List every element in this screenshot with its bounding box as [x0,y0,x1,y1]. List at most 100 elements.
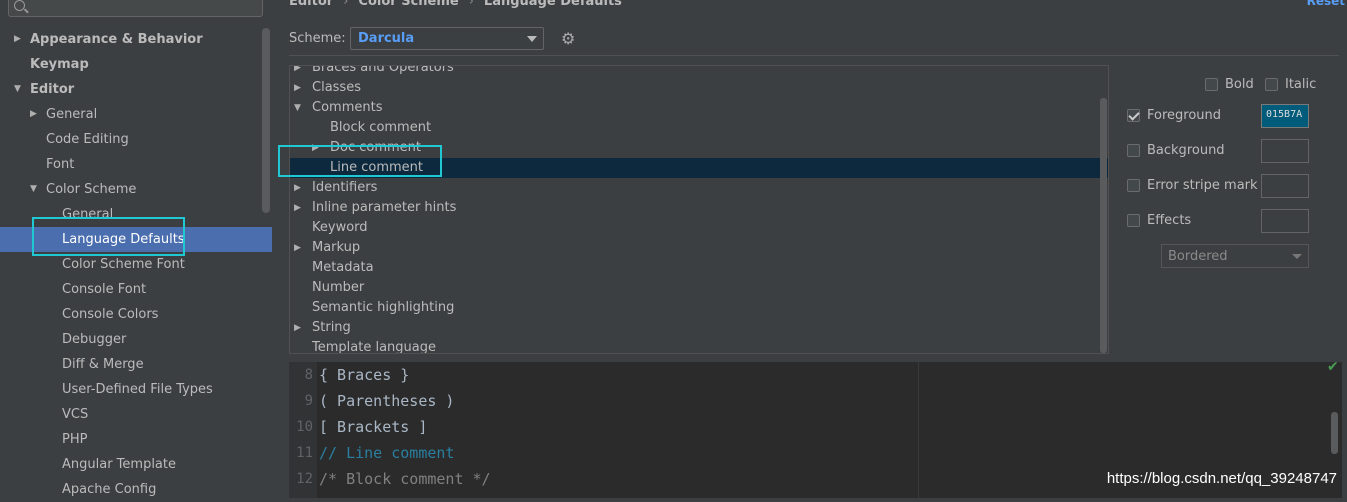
foreground-color-swatch[interactable]: 015B7A [1261,104,1309,128]
scheme-label: Scheme: [289,31,346,46]
expand-right-icon[interactable]: ▶ [294,198,301,218]
breadcrumb-language-defaults: Language Defaults [483,0,622,9]
italic-checkbox[interactable] [1265,78,1278,91]
sidebar-item-label: Console Font [62,282,147,297]
settings-main-panel: Editor › Color Scheme › Language Defaults Re… [272,0,1347,498]
element-tree-label: Comments [312,100,383,115]
expand-right-icon[interactable]: ▶ [294,318,301,338]
element-tree-row[interactable]: ▶ Markup [290,238,1108,258]
sidebar-item[interactable]: PHP [0,427,272,452]
element-tree-row[interactable]: ▶ String [290,318,1108,338]
expand-right-icon[interactable]: ▶ [312,138,319,158]
sidebar-item[interactable]: ▼ Editor [0,77,272,102]
sidebar-item-label: Debugger [62,332,127,347]
sidebar-item[interactable]: ▶ Appearance & Behavior [0,27,272,52]
preview-scrollbar[interactable] [1331,412,1338,454]
gear-icon[interactable]: ⚙ [561,31,577,47]
code-text: /* Block comment */ [319,470,491,488]
element-tree-label: Number [312,280,365,295]
sidebar-item-label: Keymap [30,57,89,72]
sidebar-item[interactable]: Debugger [0,327,272,352]
element-tree-row[interactable]: Keyword [290,218,1108,238]
sidebar-item[interactable]: Apache Config [0,477,272,502]
sidebar-item[interactable]: VCS [0,402,272,427]
code-line: 11 // Line comment [289,440,909,466]
element-tree-row[interactable]: ▶ Identifiers [290,178,1108,198]
sidebar-item[interactable]: General [0,202,272,227]
element-tree-row[interactable]: Number [290,278,1108,298]
settings-sidebar: ▶ Appearance & Behavior Keymap ▼ Editor ▶ Gene… [0,0,272,498]
effect-type-select[interactable]: Bordered [1161,244,1309,268]
background-checkbox[interactable] [1127,144,1140,157]
code-text: // Line comment [319,444,455,462]
element-tree-row[interactable]: ▶ Doc comment [290,138,1108,158]
expand-down-icon[interactable]: ▼ [30,177,37,202]
bold-label: Bold [1225,77,1254,92]
sidebar-item-label: Editor [30,82,75,97]
italic-label: Italic [1285,77,1317,92]
sidebar-item[interactable]: Keymap [0,52,272,77]
sidebar-item[interactable]: User-Defined File Types [0,377,272,402]
sidebar-item[interactable]: Font [0,152,272,177]
sidebar-item-label: Language Defaults [62,232,185,247]
element-tree-row[interactable]: Template language [290,338,1108,353]
breadcrumb-color-scheme[interactable]: Color Scheme [358,0,458,9]
reset-link[interactable]: Reset [1307,0,1345,8]
background-color-swatch[interactable] [1261,139,1309,163]
line-number: 12 [296,471,313,487]
expand-right-icon[interactable]: ▶ [14,27,21,52]
sidebar-scrollbar[interactable] [262,28,270,213]
element-tree-row[interactable]: Metadata [290,258,1108,278]
code-line: 10 [ Brackets ] [289,414,909,440]
element-tree-label: Classes [312,80,361,95]
expand-right-icon[interactable]: ▶ [294,178,301,198]
code-line: 9 ( Parentheses ) [289,388,909,414]
expand-right-icon[interactable]: ▶ [294,66,301,78]
sidebar-item-label: Console Colors [62,307,159,322]
sidebar-item[interactable]: Angular Template [0,452,272,477]
sidebar-item-label: Color Scheme Font [62,257,185,272]
element-tree-label: Line comment [330,160,423,175]
sidebar-item-label: Code Editing [46,132,129,147]
effects-color-swatch[interactable] [1261,209,1309,233]
element-tree-scrollbar[interactable] [1100,98,1107,353]
sidebar-item[interactable]: Console Font [0,277,272,302]
element-tree-row[interactable]: Semantic highlighting [290,298,1108,318]
sidebar-item-label: Color Scheme [46,182,137,197]
element-tree-row[interactable]: ▶ Classes [290,78,1108,98]
sidebar-item[interactable]: Console Colors [0,302,272,327]
sidebar-item[interactable]: Language Defaults [0,227,272,252]
search-icon [14,0,25,11]
element-tree-row[interactable]: Block comment [290,118,1108,138]
sidebar-item-label: Font [46,157,75,172]
foreground-hex: 015B7A [1266,109,1303,120]
expand-down-icon[interactable]: ▼ [294,98,301,118]
check-icon: ✔ [1327,362,1339,375]
sidebar-item[interactable]: ▼ Color Scheme [0,177,272,202]
error-stripe-color-swatch[interactable] [1261,174,1309,198]
expand-right-icon[interactable]: ▶ [294,78,301,98]
expand-right-icon[interactable]: ▶ [30,102,37,127]
error-stripe-checkbox[interactable] [1127,179,1140,192]
element-tree-label: Identifiers [312,180,378,195]
sidebar-item[interactable]: Diff & Merge [0,352,272,377]
sidebar-item[interactable]: ▶ General [0,102,272,127]
scheme-select[interactable]: Darcula [350,27,544,50]
sidebar-item[interactable]: Code Editing [0,127,272,152]
breadcrumb-editor[interactable]: Editor [289,0,333,9]
sidebar-item-label: Angular Template [62,457,176,472]
foreground-checkbox[interactable] [1127,109,1140,122]
effects-checkbox[interactable] [1127,214,1140,227]
sidebar-item-label: PHP [62,432,88,447]
search-input[interactable] [8,0,263,17]
element-tree-row[interactable]: ▼ Comments [290,98,1108,118]
expand-down-icon[interactable]: ▼ [14,77,21,102]
bold-checkbox[interactable] [1205,78,1218,91]
foreground-label: Foreground [1147,108,1222,123]
element-tree-row[interactable]: Line comment [290,158,1108,178]
element-tree-row[interactable]: ▶ Braces and Operators [290,66,1108,78]
element-tree-row[interactable]: ▶ Inline parameter hints [290,198,1108,218]
code-text: ( Parentheses ) [319,392,455,410]
sidebar-item[interactable]: Color Scheme Font [0,252,272,277]
expand-right-icon[interactable]: ▶ [294,238,301,258]
